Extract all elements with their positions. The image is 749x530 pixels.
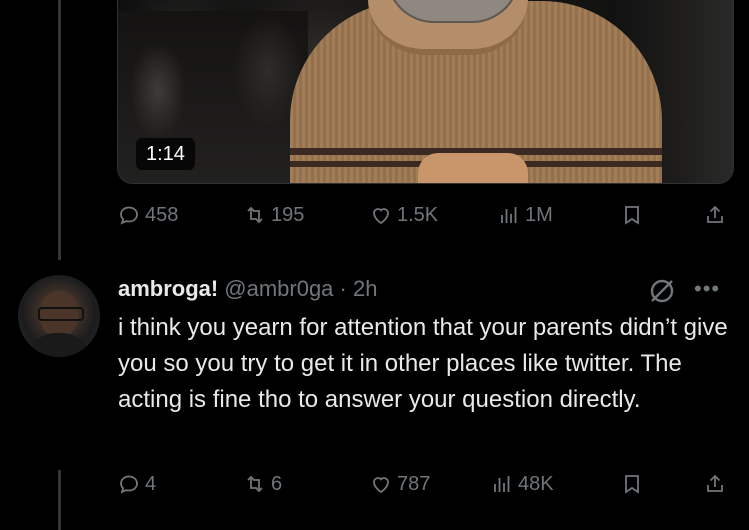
reply-count: 4: [145, 472, 157, 495]
repost-count: 6: [271, 472, 283, 495]
repost-button[interactable]: 6: [243, 469, 282, 499]
avatar-glasses: [38, 307, 84, 321]
reply-action-bar: 4 6 787 48K: [117, 469, 732, 499]
like-icon: [373, 477, 389, 494]
video-person-hands: [418, 153, 528, 183]
repost-icon: [247, 206, 263, 224]
video-timestamp: 1:14: [136, 138, 195, 170]
like-button[interactable]: 787: [369, 469, 430, 499]
bookmark-button[interactable]: [620, 200, 644, 230]
bookmark-icon: [625, 206, 639, 225]
share-button[interactable]: [703, 469, 727, 499]
like-icon: [373, 208, 389, 225]
avatar[interactable]: [18, 275, 100, 357]
avatar-body: [26, 333, 92, 357]
thread-line: [58, 470, 61, 530]
reply-icon: [120, 206, 138, 225]
reply-count: 458: [145, 203, 179, 226]
reply-text: i think you yearn for attention that you…: [118, 314, 728, 413]
bookmark-button[interactable]: [620, 469, 644, 499]
thread-line: [58, 0, 61, 260]
repost-button[interactable]: 195: [243, 200, 304, 230]
views-button[interactable]: 1M: [497, 200, 553, 230]
like-count: 787: [397, 472, 431, 495]
views-icon: [494, 476, 510, 492]
grok-icon[interactable]: [647, 276, 677, 306]
more-icon[interactable]: •••: [694, 276, 720, 302]
repost-icon: [247, 475, 263, 493]
reply-header: ambroga! @ambr0ga · 2h: [118, 274, 377, 304]
display-name[interactable]: ambroga!: [118, 276, 218, 301]
reply-button[interactable]: 4: [117, 469, 156, 499]
share-icon: [707, 474, 723, 492]
repost-count: 195: [271, 203, 305, 226]
views-icon: [501, 207, 517, 223]
handle-and-time[interactable]: @ambr0ga · 2h: [224, 276, 377, 301]
reply-button[interactable]: 458: [117, 200, 178, 230]
like-count: 1.5K: [397, 203, 439, 226]
video-player[interactable]: [117, 0, 734, 184]
share-icon: [707, 205, 723, 223]
main-post-action-bar: 458 195 1.5K 1M: [117, 200, 732, 230]
like-button[interactable]: 1.5K: [369, 200, 438, 230]
views-count: 48K: [518, 472, 554, 495]
reply-icon: [120, 475, 138, 494]
share-button[interactable]: [703, 200, 727, 230]
bookmark-icon: [625, 475, 639, 494]
views-button[interactable]: 48K: [490, 469, 554, 499]
views-count: 1M: [525, 203, 553, 226]
